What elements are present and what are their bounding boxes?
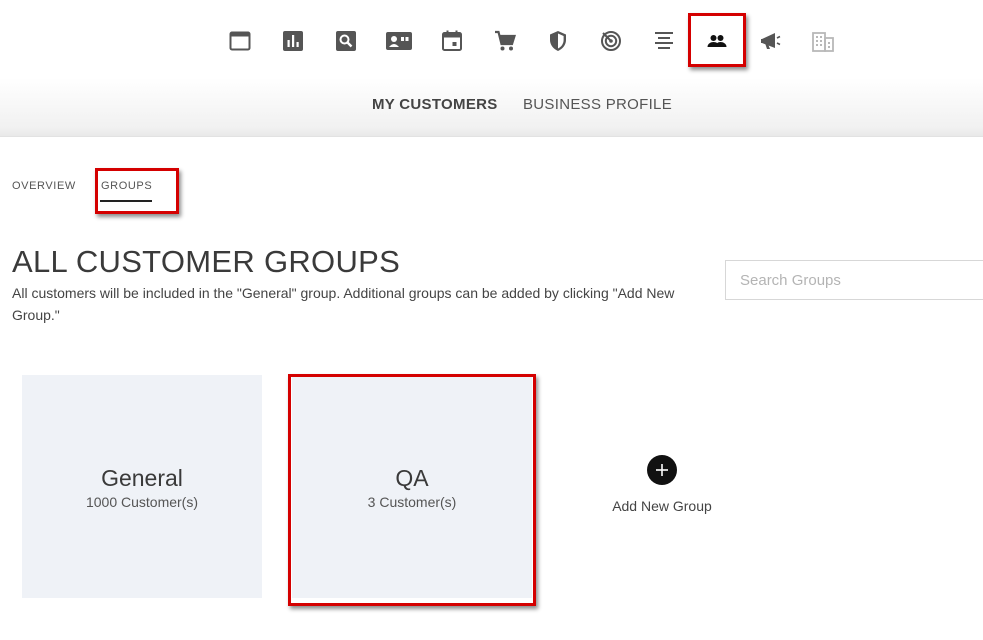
group-customer-count: 1000 Customer(s) [85, 493, 199, 510]
group-name: General [101, 464, 183, 491]
active-tab-underline [100, 200, 152, 202]
group-name: QA [395, 464, 429, 491]
group-customer-count: 3 Customer(s) [367, 493, 457, 510]
align-center-icon[interactable] [649, 26, 679, 56]
add-new-group-button[interactable]: Add New Group [603, 455, 721, 525]
contact-card-icon[interactable] [384, 26, 414, 56]
window-icon[interactable] [225, 26, 255, 56]
search-groups-input[interactable] [725, 260, 983, 300]
cart-icon[interactable] [490, 26, 520, 56]
tab-overview[interactable]: OVERVIEW [12, 180, 76, 192]
nav-my-customers[interactable]: MY CUSTOMERS [372, 96, 498, 113]
shield-icon[interactable] [543, 26, 573, 56]
group-card-general[interactable]: General 1000 Customer(s) [22, 375, 262, 598]
page-title: ALL CUSTOMER GROUPS [12, 244, 401, 279]
group-card-qa[interactable]: QA 3 Customer(s) [292, 375, 532, 598]
people-icon[interactable] [702, 26, 732, 56]
add-new-group-label: Add New Group [612, 498, 712, 514]
bar-chart-icon[interactable] [278, 26, 308, 56]
calendar-icon[interactable] [437, 26, 467, 56]
top-navigation-bar: MY CUSTOMERS BUSINESS PROFILE [0, 0, 983, 137]
plus-icon [647, 455, 677, 485]
search-icon[interactable] [331, 26, 361, 56]
target-icon[interactable] [596, 26, 626, 56]
megaphone-icon[interactable] [755, 26, 785, 56]
page-description: All customers will be included in the "G… [12, 285, 675, 323]
tab-groups[interactable]: GROUPS [101, 180, 152, 192]
building-icon[interactable] [808, 26, 838, 56]
nav-business-profile[interactable]: BUSINESS PROFILE [523, 96, 672, 113]
